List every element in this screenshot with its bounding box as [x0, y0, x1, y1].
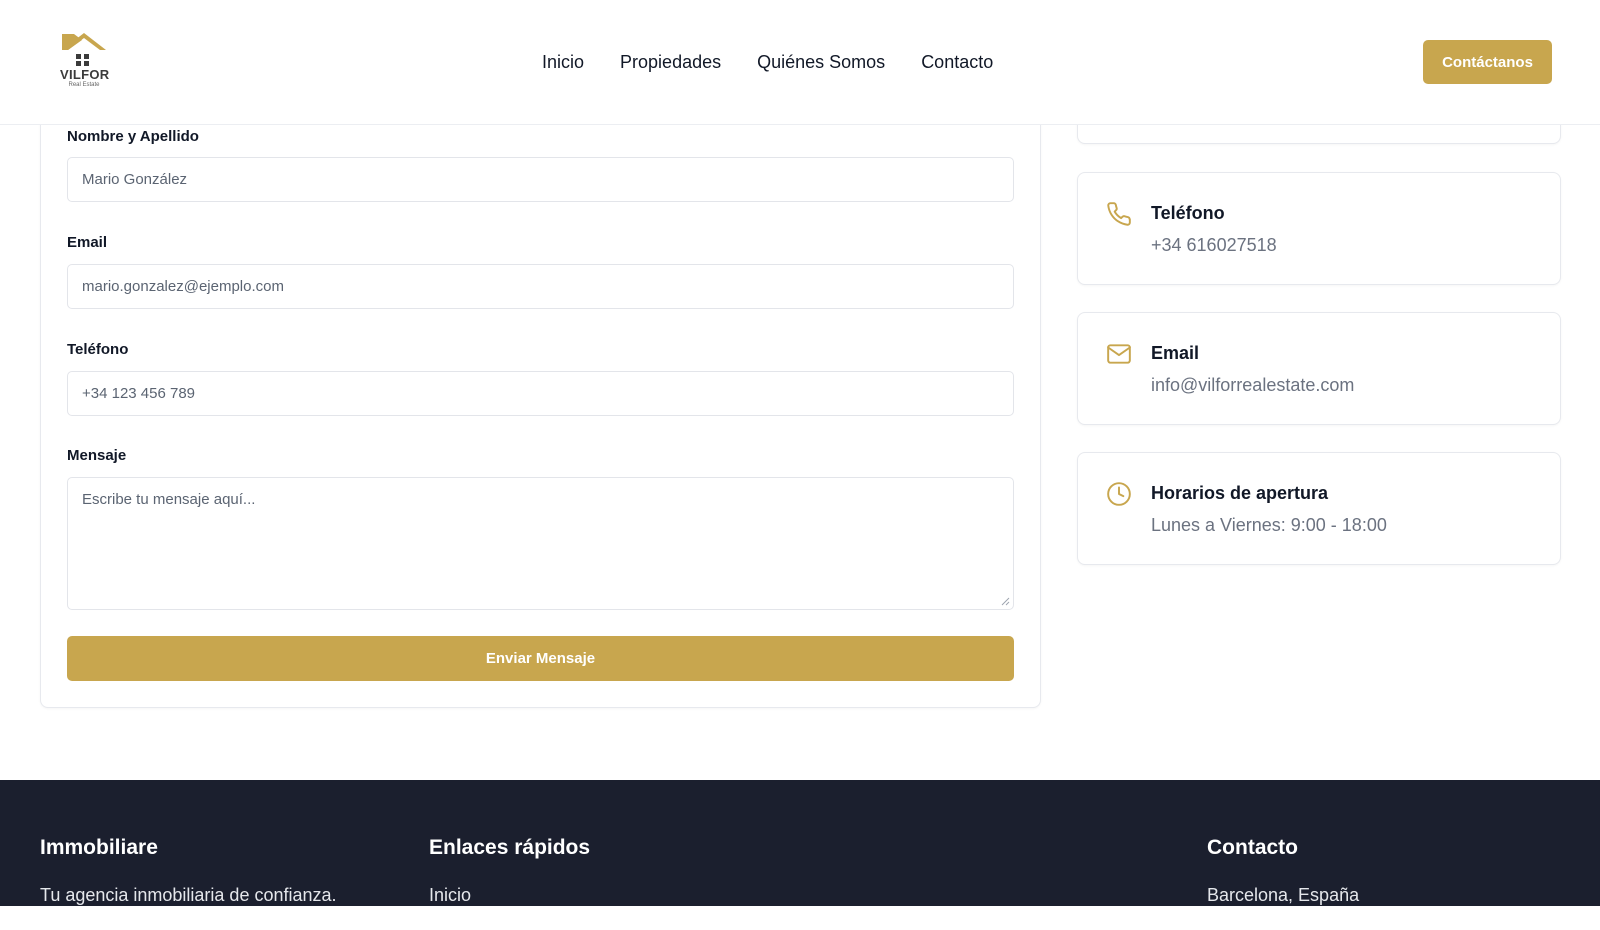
phone-field[interactable]: +34 123 456 789 — [67, 371, 1014, 416]
footer-brand-title: Immobiliare — [40, 836, 158, 859]
send-message-button[interactable]: Enviar Mensaje — [67, 636, 1014, 681]
nav-item-quienes-somos[interactable]: Quiénes Somos — [757, 50, 885, 74]
name-field[interactable]: Mario González — [67, 157, 1014, 202]
nav-item-inicio[interactable]: Inicio — [542, 50, 584, 74]
info-hours-title: Horarios de apertura — [1151, 483, 1329, 503]
logo-subtext: Real Estate — [68, 82, 100, 88]
vilfor-logo[interactable]: VILFOR Real Estate — [60, 30, 110, 92]
main-nav: Inicio Propiedades Quiénes Somos Contact… — [542, 50, 993, 74]
nav-item-contacto[interactable]: Contacto — [921, 50, 993, 74]
info-card-email: Email info@vilforrealestate.com — [1077, 312, 1561, 425]
message-placeholder: Escribe tu mensaje aquí... — [82, 491, 256, 508]
message-label: Mensaje — [67, 447, 127, 464]
nav-item-propiedades[interactable]: Propiedades — [620, 50, 721, 74]
name-label: Nombre y Apellido — [67, 128, 199, 145]
site-footer: Immobiliare Tu agencia inmobiliaria de c… — [0, 780, 1600, 906]
clock-icon — [1107, 482, 1131, 506]
house-logo-icon — [62, 33, 106, 66]
mail-icon — [1107, 344, 1131, 364]
email-field[interactable]: mario.gonzalez@ejemplo.com — [67, 264, 1014, 309]
phone-icon — [1107, 202, 1131, 226]
logo-text: VILFOR — [60, 67, 110, 82]
message-textarea[interactable]: Escribe tu mensaje aquí... — [67, 477, 1014, 610]
footer-link-inicio[interactable]: Inicio — [429, 885, 471, 906]
footer-contact-title: Contacto — [1207, 836, 1298, 859]
site-header: VILFOR Real Estate Inicio Propiedades Qu… — [0, 0, 1600, 125]
info-email-value[interactable]: info@vilforrealestate.com — [1151, 375, 1354, 396]
info-phone-value[interactable]: +34 616027518 — [1151, 235, 1277, 256]
info-card-phone: Teléfono +34 616027518 — [1077, 172, 1561, 285]
footer-tagline: Tu agencia inmobiliaria de confianza. — [40, 885, 337, 905]
phone-label: Teléfono — [67, 341, 129, 358]
info-email-title: Email — [1151, 343, 1200, 363]
footer-contact-address: Barcelona, España — [1207, 885, 1360, 905]
email-label: Email — [67, 234, 108, 251]
info-phone-title: Teléfono — [1151, 203, 1225, 223]
resize-handle-icon[interactable] — [1000, 596, 1010, 606]
contact-cta-button[interactable]: Contáctanos — [1423, 40, 1552, 84]
info-hours-value: Lunes a Viernes: 9:00 - 18:00 — [1151, 515, 1387, 535]
info-card-hours: Horarios de apertura Lunes a Viernes: 9:… — [1077, 452, 1561, 565]
footer-links-title: Enlaces rápidos — [429, 836, 591, 859]
